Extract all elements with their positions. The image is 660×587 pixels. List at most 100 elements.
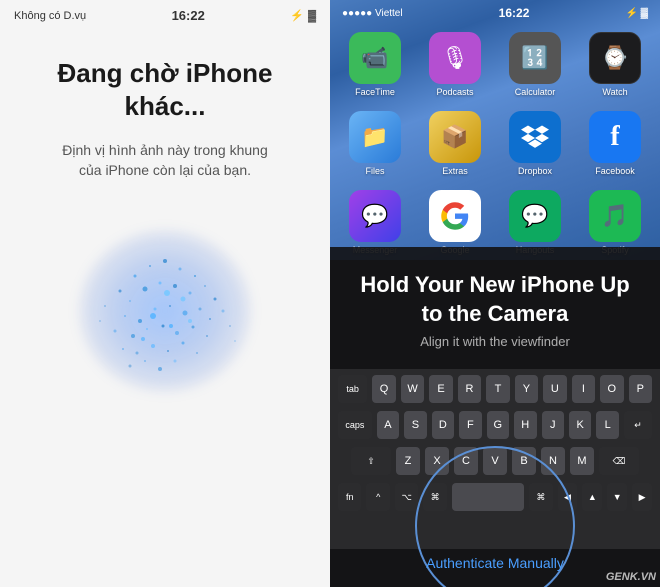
waiting-title: Đang chờ iPhonekhác...: [58, 57, 273, 122]
key-f[interactable]: F: [459, 411, 481, 439]
overlay-title: Hold Your New iPhone Up to the Camera: [330, 271, 660, 328]
app-grid: 📹 FaceTime 🎙 Podcasts 🔢 Calculator ⌚ Wat…: [330, 24, 660, 263]
messenger-icon: 💬: [349, 190, 401, 242]
hangouts-icon: 💬: [509, 190, 561, 242]
right-panel: ●●●●● Viettel 16:22 ⚡ ▓ 📹 FaceTime 🎙 Pod…: [330, 0, 660, 587]
key-m[interactable]: M: [570, 447, 594, 475]
key-ctrl: ^: [366, 483, 389, 511]
keyboard-row-4: fn ^ ⌥ ⌘ ⌘ ◀ ▲ ▼ ▶: [330, 479, 660, 515]
key-arrow-d[interactable]: ▼: [607, 483, 627, 511]
home-status-bar: ●●●●● Viettel 16:22 ⚡ ▓: [330, 0, 660, 24]
carrier-text: Không có D.vụ: [14, 10, 86, 22]
dropbox-label: Dropbox: [518, 166, 552, 176]
key-u[interactable]: U: [543, 375, 566, 403]
key-i[interactable]: I: [572, 375, 595, 403]
app-messenger[interactable]: 💬 Messenger: [342, 190, 408, 255]
key-caps: caps: [338, 411, 372, 439]
key-x[interactable]: X: [425, 447, 449, 475]
dropbox-icon: [509, 111, 561, 163]
key-t[interactable]: T: [486, 375, 509, 403]
key-cmd2: ⌘: [529, 483, 552, 511]
spotify-icon: 🎵: [589, 190, 641, 242]
podcasts-label: Podcasts: [436, 87, 473, 97]
status-icons: ⚡ ▓: [290, 9, 316, 22]
extras-icon: 📦: [429, 111, 481, 163]
time-display: 16:22: [172, 8, 205, 23]
key-v[interactable]: V: [483, 447, 507, 475]
home-screen: ●●●●● Viettel 16:22 ⚡ ▓ 📹 FaceTime 🎙 Pod…: [330, 0, 660, 260]
key-alt: ⌥: [395, 483, 418, 511]
key-p[interactable]: P: [629, 375, 652, 403]
left-status-bar: Không có D.vụ 16:22 ⚡ ▓: [0, 0, 330, 27]
facetime-label: FaceTime: [355, 87, 395, 97]
extras-label: Extras: [442, 166, 468, 176]
key-fn: fn: [338, 483, 361, 511]
key-b[interactable]: B: [512, 447, 536, 475]
files-icon: 📁: [349, 111, 401, 163]
key-r[interactable]: R: [458, 375, 481, 403]
app-files[interactable]: 📁 Files: [342, 111, 408, 176]
key-shift: ⇧: [351, 447, 391, 475]
app-hangouts[interactable]: 💬 Hangouts: [502, 190, 568, 255]
key-c[interactable]: C: [454, 447, 478, 475]
key-h[interactable]: H: [514, 411, 536, 439]
app-podcasts[interactable]: 🎙 Podcasts: [422, 32, 488, 97]
key-y[interactable]: Y: [515, 375, 538, 403]
key-z[interactable]: Z: [396, 447, 420, 475]
left-panel: Không có D.vụ 16:22 ⚡ ▓ Đang chờ iPhonek…: [0, 0, 330, 587]
app-spotify[interactable]: 🎵 Spotify: [582, 190, 648, 255]
key-a[interactable]: A: [377, 411, 399, 439]
keyboard-row-3: ⇧ Z X C V B N M ⌫: [330, 443, 660, 479]
calculator-label: Calculator: [515, 87, 556, 97]
app-google[interactable]: Google: [422, 190, 488, 255]
bluetooth-icon: ⚡: [290, 9, 304, 22]
key-s[interactable]: S: [404, 411, 426, 439]
battery-icon: ▓: [308, 10, 316, 22]
key-cmd: ⌘: [423, 483, 446, 511]
key-arrow-r[interactable]: ▶: [632, 483, 652, 511]
key-e[interactable]: E: [429, 375, 452, 403]
key-arrow-l[interactable]: ◀: [558, 483, 578, 511]
app-facetime[interactable]: 📹 FaceTime: [342, 32, 408, 97]
app-watch[interactable]: ⌚ Watch: [582, 32, 648, 97]
particle-dots: [75, 221, 255, 401]
home-time: 16:22: [499, 6, 530, 20]
left-content: Đang chờ iPhonekhác... Định vị hình ảnh …: [22, 27, 307, 587]
app-calculator[interactable]: 🔢 Calculator: [502, 32, 568, 97]
app-dropbox[interactable]: Dropbox: [502, 111, 568, 176]
key-d[interactable]: D: [432, 411, 454, 439]
key-w[interactable]: W: [401, 375, 424, 403]
key-arrow-u[interactable]: ▲: [582, 483, 602, 511]
key-g[interactable]: G: [487, 411, 509, 439]
keyboard-row-2: caps A S D F G H J K L ↵: [330, 407, 660, 443]
key-q[interactable]: Q: [372, 375, 395, 403]
authenticate-manually-link[interactable]: Authenticate Manually: [330, 555, 660, 571]
keyboard-row-1: tab Q W E R T Y U I O P: [330, 369, 660, 407]
key-enter[interactable]: ↵: [624, 411, 652, 439]
key-j[interactable]: J: [542, 411, 564, 439]
watch-icon: ⌚: [589, 32, 641, 84]
bottom-overlay: Hold Your New iPhone Up to the Camera Al…: [330, 247, 660, 587]
home-battery: ⚡ ▓: [625, 8, 648, 19]
key-n[interactable]: N: [541, 447, 565, 475]
facetime-icon: 📹: [349, 32, 401, 84]
key-tab: tab: [338, 375, 367, 403]
particle-animation: [75, 221, 255, 401]
podcasts-icon: 🎙: [429, 32, 481, 84]
keyboard-area: tab Q W E R T Y U I O P caps A S D: [330, 369, 660, 549]
keyboard-viewfinder-area: tab Q W E R T Y U I O P caps A S D: [330, 369, 660, 587]
calculator-icon: 🔢: [509, 32, 561, 84]
facebook-icon: f: [589, 111, 641, 163]
facebook-label: Facebook: [595, 166, 635, 176]
key-l[interactable]: L: [596, 411, 618, 439]
key-backspace[interactable]: ⌫: [599, 447, 639, 475]
app-extras[interactable]: 📦 Extras: [422, 111, 488, 176]
key-o[interactable]: O: [600, 375, 623, 403]
home-carrier: ●●●●● Viettel: [342, 8, 403, 19]
genk-watermark: GENK.VN: [606, 571, 656, 583]
app-facebook[interactable]: f Facebook: [582, 111, 648, 176]
key-space[interactable]: [452, 483, 524, 511]
google-icon: [429, 190, 481, 242]
files-label: Files: [365, 166, 384, 176]
key-k[interactable]: K: [569, 411, 591, 439]
